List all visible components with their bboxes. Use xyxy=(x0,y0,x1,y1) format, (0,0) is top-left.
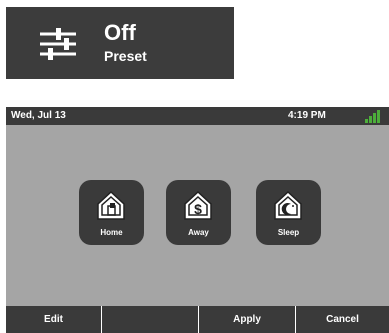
edit-button[interactable]: Edit xyxy=(6,306,101,333)
preset-sleep-button[interactable]: Sleep xyxy=(256,180,321,245)
away-dollar-icon: $ xyxy=(184,190,212,220)
preset-value: Off xyxy=(104,20,136,45)
bottom-action-bar: Edit Apply Cancel xyxy=(6,306,389,333)
preset-sleep-label: Sleep xyxy=(277,228,300,237)
svg-text:$: $ xyxy=(194,201,202,217)
preset-away-label: Away xyxy=(188,228,209,237)
home-icon xyxy=(97,190,125,220)
status-time: 4:19 PM xyxy=(288,110,326,121)
preset-tiles: Home $ Away Sleep xyxy=(6,180,389,245)
preset-label: Preset xyxy=(104,48,147,64)
preset-widget[interactable]: Off Preset xyxy=(6,7,234,79)
sleep-moon-icon xyxy=(274,190,302,220)
sliders-icon xyxy=(40,28,76,60)
status-bar: Wed, Jul 13 4:19 PM xyxy=(6,107,389,125)
signal-strength-icon xyxy=(365,110,380,123)
thermostat-screen: Wed, Jul 13 4:19 PM Home $ Away Sleep Ed… xyxy=(6,107,389,333)
status-date: Wed, Jul 13 xyxy=(11,110,66,121)
blank-button[interactable] xyxy=(102,306,198,333)
preset-home-label: Home xyxy=(100,228,123,237)
cancel-button[interactable]: Cancel xyxy=(296,306,389,333)
preset-home-button[interactable]: Home xyxy=(79,180,144,245)
apply-button[interactable]: Apply xyxy=(199,306,295,333)
preset-away-button[interactable]: $ Away xyxy=(166,180,231,245)
